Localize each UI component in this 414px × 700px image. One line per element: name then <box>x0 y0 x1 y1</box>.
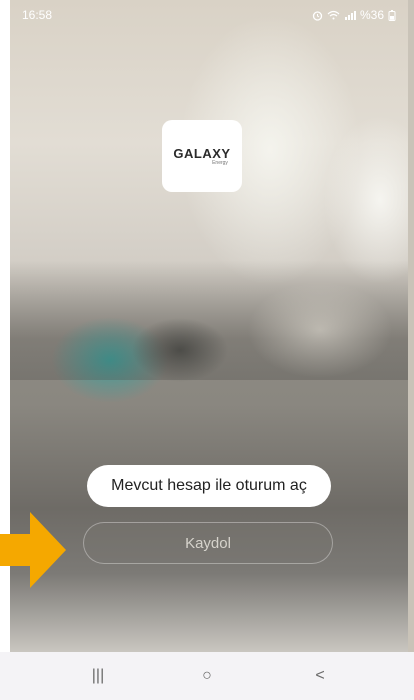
battery-icon <box>388 9 396 21</box>
status-bar: 16:58 %36 <box>10 0 408 30</box>
status-time: 16:58 <box>22 8 53 22</box>
app-logo: GALAXY Energy <box>162 120 242 192</box>
pointer-arrow-icon <box>0 512 66 588</box>
logo-brand: GALAXY <box>173 146 231 161</box>
signal-icon <box>344 11 356 20</box>
alarm-icon <box>312 10 323 21</box>
logo-subtitle: Energy <box>212 160 228 166</box>
wifi-icon <box>327 10 340 20</box>
welcome-screen: 16:58 %36 GALAXY Energy Mevcut hesap ile… <box>10 0 408 652</box>
login-existing-account-button[interactable]: Mevcut hesap ile oturum aç <box>87 465 331 507</box>
navigation-bar: ||| ○ < <box>0 652 414 700</box>
back-button[interactable]: < <box>300 662 340 690</box>
recent-apps-button[interactable]: ||| <box>78 662 118 690</box>
status-icons: %36 <box>312 8 396 22</box>
home-button[interactable]: ○ <box>187 662 227 690</box>
signup-button[interactable]: Kaydol <box>83 522 333 564</box>
battery-percentage: %36 <box>359 8 384 22</box>
screen-edge <box>0 0 10 700</box>
